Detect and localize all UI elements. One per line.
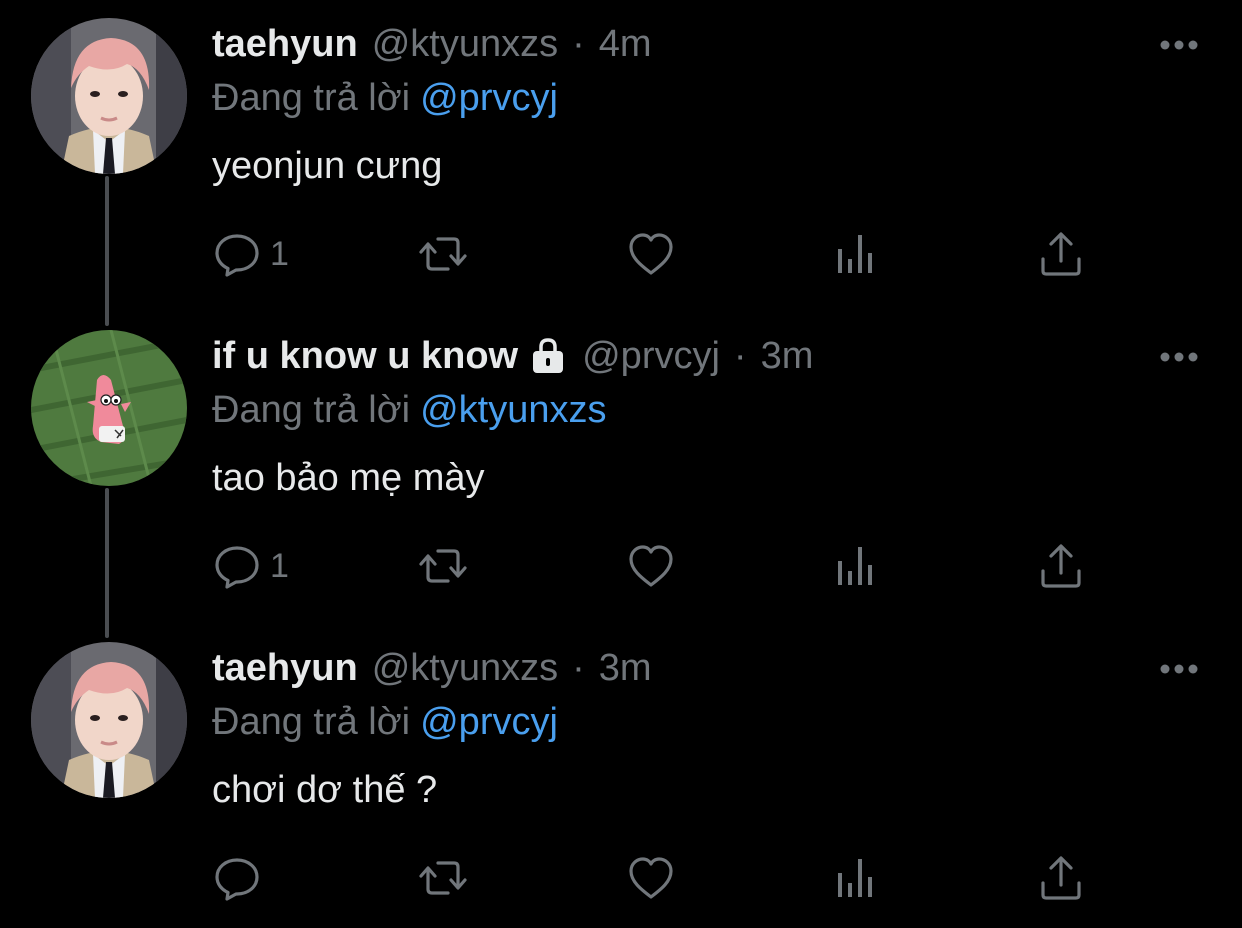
avatar-cartoon	[31, 330, 187, 486]
tweet-text: yeonjun cưng	[212, 145, 443, 187]
display-name[interactable]: taehyun	[212, 644, 358, 692]
like-button[interactable]	[626, 228, 676, 280]
timestamp[interactable]: 3m	[599, 644, 652, 692]
separator: ·	[572, 647, 585, 689]
like-button[interactable]	[626, 852, 676, 904]
handle[interactable]: @ktyunxzs	[372, 20, 558, 68]
heart-icon	[629, 545, 673, 587]
analytics-icon	[838, 547, 872, 585]
reply-count: 1	[270, 235, 289, 273]
reply-count: 1	[270, 547, 289, 585]
retweet-button[interactable]	[418, 540, 468, 592]
share-button[interactable]	[1036, 852, 1086, 904]
replying-to: Đang trả lời @prvcyj	[212, 698, 558, 746]
avatar[interactable]	[31, 18, 187, 174]
lock-icon	[533, 338, 564, 373]
timestamp[interactable]: 4m	[599, 20, 652, 68]
display-name[interactable]: taehyun	[212, 20, 358, 68]
tweet-text: chơi dơ thế ?	[212, 769, 438, 811]
heart-icon	[629, 233, 673, 275]
analytics-icon	[838, 235, 872, 273]
mention-link[interactable]: @prvcyj	[420, 77, 558, 119]
mention-link[interactable]: @prvcyj	[420, 701, 558, 743]
share-button[interactable]	[1036, 540, 1086, 592]
analytics-button[interactable]	[832, 540, 882, 592]
more-icon[interactable]	[1158, 38, 1200, 52]
reply-icon	[215, 858, 259, 901]
retweet-button[interactable]	[418, 852, 468, 904]
tweet[interactable]: taehyun @ktyunxzs · 3m Đang trả lời @prvc…	[0, 624, 1242, 928]
avatar-photo	[31, 642, 187, 798]
replying-label: Đang trả lời	[212, 701, 411, 743]
tweet[interactable]: if u know u know @prvcyj · 3m Đang trả l…	[0, 312, 1242, 624]
analytics-button[interactable]	[832, 228, 882, 280]
reply-button[interactable]: 1	[212, 540, 289, 592]
action-bar: 1	[0, 228, 1242, 280]
share-icon	[1041, 544, 1081, 588]
heart-icon	[629, 857, 673, 899]
display-name[interactable]: if u know u know	[212, 332, 518, 380]
separator: ·	[733, 335, 747, 377]
handle[interactable]: @prvcyj	[582, 332, 720, 380]
reply-button[interactable]: 1	[212, 228, 289, 280]
avatar-photo	[31, 18, 187, 174]
retweet-icon	[419, 237, 467, 271]
action-bar	[0, 852, 1242, 904]
more-icon[interactable]	[1158, 662, 1200, 676]
retweet-icon	[419, 549, 467, 583]
tweet-text: tao bảo mẹ mày	[212, 457, 485, 499]
retweet-icon	[419, 861, 467, 895]
replying-to: Đang trả lời @ktyunxzs	[212, 386, 607, 434]
share-button[interactable]	[1036, 228, 1086, 280]
handle[interactable]: @ktyunxzs	[372, 644, 558, 692]
analytics-button[interactable]	[832, 852, 882, 904]
replying-label: Đang trả lời	[212, 77, 411, 119]
share-icon	[1041, 232, 1081, 276]
replying-to: Đang trả lời @prvcyj	[212, 74, 558, 122]
tweet[interactable]: taehyun @ktyunxzs · 4m Đang trả lời @prvc…	[0, 0, 1242, 312]
reply-icon	[215, 546, 259, 589]
mention-link[interactable]: @ktyunxzs	[420, 389, 606, 431]
analytics-icon	[838, 859, 872, 897]
like-button[interactable]	[626, 540, 676, 592]
share-icon	[1041, 856, 1081, 900]
avatar[interactable]	[31, 642, 187, 798]
replying-label: Đang trả lời	[212, 389, 411, 431]
reply-button[interactable]	[212, 852, 270, 904]
retweet-button[interactable]	[418, 228, 468, 280]
action-bar: 1	[0, 540, 1242, 592]
avatar[interactable]	[31, 330, 187, 486]
reply-icon	[215, 234, 259, 277]
timestamp[interactable]: 3m	[761, 332, 814, 380]
more-icon[interactable]	[1158, 350, 1200, 364]
separator: ·	[572, 23, 585, 65]
